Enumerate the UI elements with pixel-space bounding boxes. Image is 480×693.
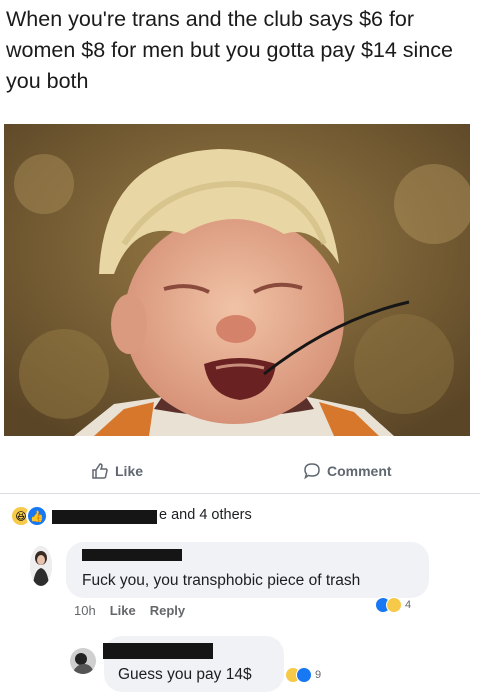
comment-text: Guess you pay 14$ (118, 666, 252, 683)
user-photo-icon (30, 546, 52, 586)
post-caption: When you're trans and the club says $6 f… (6, 7, 453, 93)
redacted-name (52, 510, 157, 524)
like-icon: 👍 (26, 505, 48, 527)
redacted-name (82, 549, 182, 561)
comment-like-button[interactable]: Like (110, 603, 136, 618)
comment-icon (304, 463, 320, 480)
reaction-count: 4 (405, 599, 412, 611)
comment-reactions[interactable]: 4 (375, 597, 411, 613)
reaction-summary[interactable]: 😆 👍 (10, 505, 48, 527)
haha-icon (386, 597, 402, 613)
post-image[interactable] (4, 124, 470, 436)
avatar[interactable] (70, 648, 96, 674)
redacted-name (103, 643, 213, 659)
comment-label: Comment (327, 463, 392, 479)
comment-meta: 10h Like Reply (74, 603, 185, 618)
post-action-bar: Like Comment (0, 447, 480, 494)
user-photo-icon (70, 648, 96, 674)
reaction-count: 9 (315, 669, 322, 681)
like-label: Like (115, 463, 144, 479)
comment-text: Fuck you, you transphobic piece of trash (82, 572, 361, 589)
like-icon (296, 667, 312, 683)
comment-reply-button[interactable]: Reply (150, 603, 185, 618)
crying-child-photo (4, 124, 470, 436)
reaction-others-text[interactable]: e and 4 others (159, 507, 252, 523)
comment-reactions[interactable]: 9 (285, 667, 321, 683)
comment-time[interactable]: 10h (74, 603, 96, 618)
avatar[interactable] (30, 546, 52, 586)
like-button[interactable]: Like (91, 461, 143, 481)
thumbs-up-icon (92, 463, 108, 479)
comment-button[interactable]: Comment (303, 461, 392, 481)
